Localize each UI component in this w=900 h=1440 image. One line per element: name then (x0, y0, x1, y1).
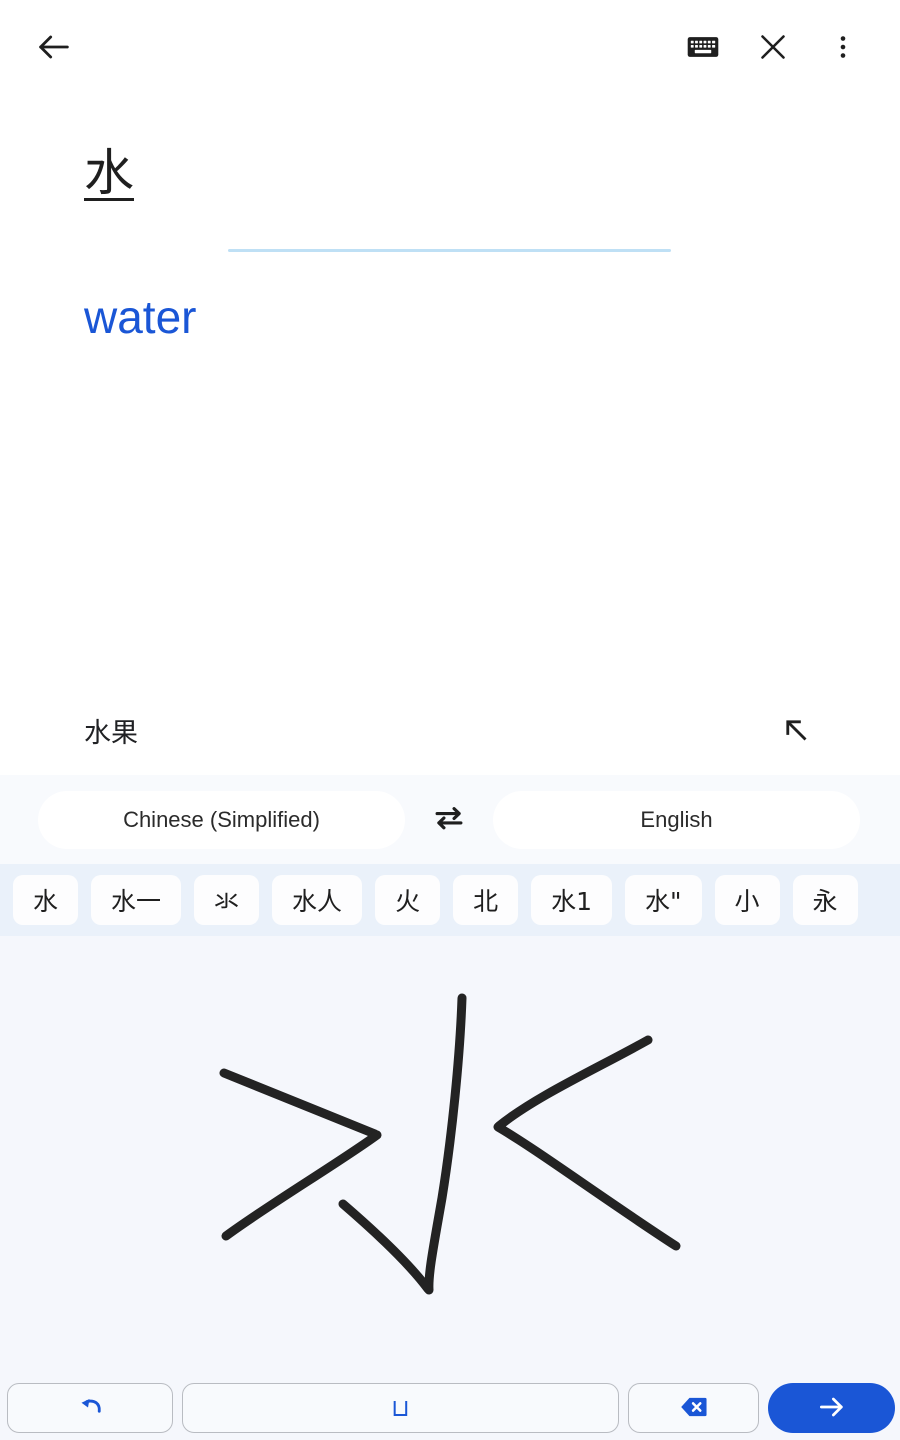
bottom-key-bar: ⊔ (0, 1376, 900, 1440)
candidate-chip[interactable]: 氺 (194, 875, 260, 925)
candidate-chip[interactable]: 永 (792, 875, 858, 925)
undo-icon (75, 1392, 105, 1425)
candidate-chip[interactable]: 水1 (531, 875, 612, 925)
swap-horizontal-icon (430, 799, 468, 840)
translation-card: 水 water 水果 (0, 96, 900, 775)
handwriting-canvas[interactable] (0, 936, 900, 1376)
candidate-chips-row[interactable]: 水水一氺水人火北水1 水" 小永 (0, 864, 900, 936)
backspace-key[interactable] (628, 1383, 759, 1433)
suggestion-text[interactable]: 水果 (84, 711, 138, 750)
top-app-bar (0, 0, 900, 96)
backspace-icon (678, 1391, 710, 1426)
submit-button[interactable] (768, 1383, 895, 1433)
space-glyph: ⊔ (391, 1394, 410, 1422)
candidate-chip[interactable]: 北 (453, 875, 519, 925)
close-icon (755, 29, 791, 68)
language-bar: Chinese (Simplified) English (0, 775, 900, 864)
arrow-right-icon (816, 1391, 848, 1426)
candidate-chip[interactable]: 水" (625, 875, 702, 925)
candidate-chip[interactable]: 水一 (91, 875, 182, 925)
candidate-chip[interactable]: 小 (714, 875, 780, 925)
text-divider (228, 249, 671, 252)
translated-text[interactable]: water (84, 292, 196, 343)
space-key[interactable]: ⊔ (182, 1383, 619, 1433)
appbar-right-group (668, 13, 900, 83)
candidate-chip[interactable]: 水 (13, 875, 79, 925)
source-language-button[interactable]: Chinese (Simplified) (38, 790, 405, 849)
arrow-northwest-icon[interactable] (774, 708, 818, 752)
close-button[interactable] (738, 13, 808, 83)
handwriting-ink (219, 993, 681, 1295)
back-button[interactable] (19, 13, 89, 83)
source-text[interactable]: 水 (84, 148, 134, 198)
keyboard-icon (686, 30, 720, 67)
candidate-chip[interactable]: 水人 (272, 875, 363, 925)
appbar-left-group (0, 13, 108, 83)
target-language-button[interactable]: English (493, 790, 860, 849)
undo-button[interactable] (7, 1383, 173, 1433)
more-vert-icon (828, 32, 858, 65)
swap-languages-button[interactable] (405, 791, 493, 849)
overflow-menu-button[interactable] (808, 13, 878, 83)
keyboard-toggle-button[interactable] (668, 13, 738, 83)
suggestion-row[interactable]: 水果 (0, 686, 900, 774)
back-arrow-icon (34, 27, 74, 70)
candidate-chip[interactable]: 火 (375, 875, 441, 925)
